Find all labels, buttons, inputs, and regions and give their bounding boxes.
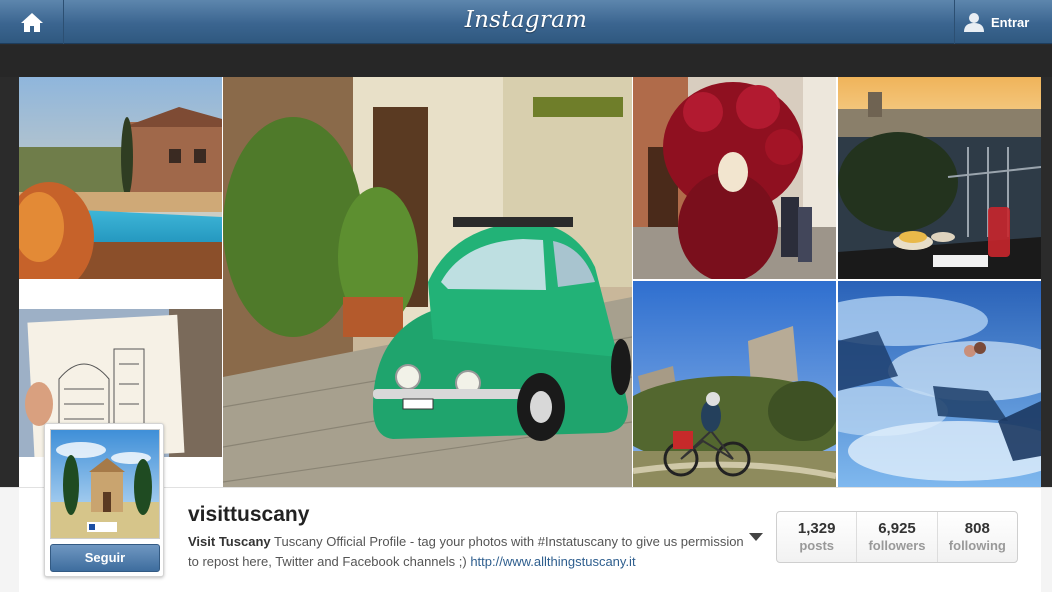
avatar-card: Seguir xyxy=(44,423,164,577)
photo-tile-carnival[interactable] xyxy=(633,77,836,279)
profile-website-link[interactable]: http://www.allthingstuscany.it xyxy=(470,554,635,569)
profile-bio: Visit Tuscany Tuscany Official Profile -… xyxy=(188,532,748,572)
avatar[interactable] xyxy=(50,429,160,539)
home-button[interactable] xyxy=(0,0,64,44)
profile-bio-text: Tuscany Official Profile - tag your phot… xyxy=(188,534,744,569)
login-button[interactable]: Entrar xyxy=(954,0,1052,44)
photo-tile-thermal-spring[interactable] xyxy=(838,281,1041,487)
profile-username: visittuscany xyxy=(188,503,310,526)
stat-followers[interactable]: 6,925 followers xyxy=(857,512,938,562)
top-nav-bar: Instagram Entrar xyxy=(0,0,1052,44)
header-band xyxy=(0,45,1052,77)
stat-following[interactable]: 808 following xyxy=(938,512,1017,562)
home-icon xyxy=(20,13,43,32)
profile-stats: 1,329 posts 6,925 followers 808 followin… xyxy=(776,511,1018,563)
stat-posts-label: posts xyxy=(799,538,834,553)
login-label: Entrar xyxy=(991,14,1030,30)
user-icon xyxy=(964,13,984,32)
stat-following-label: following xyxy=(948,538,1006,553)
stat-followers-count: 6,925 xyxy=(878,520,916,537)
photo-tile-cyclist[interactable] xyxy=(633,281,836,487)
photo-tile-florence-terrace[interactable] xyxy=(838,77,1041,279)
instagram-logo: Instagram xyxy=(464,7,588,33)
profile-full-name: Visit Tuscany xyxy=(188,534,271,549)
caret-down-icon[interactable] xyxy=(749,533,763,541)
photo-mosaic xyxy=(19,77,1041,487)
stat-followers-label: followers xyxy=(868,538,926,553)
photo-tile-villa-pool[interactable] xyxy=(19,77,222,279)
follow-button[interactable]: Seguir xyxy=(50,544,160,572)
photo-tile-green-fiat[interactable] xyxy=(223,77,632,487)
stat-posts-count: 1,329 xyxy=(797,520,836,537)
stat-posts[interactable]: 1,329 posts xyxy=(777,512,858,562)
stat-following-count: 808 xyxy=(964,520,990,537)
